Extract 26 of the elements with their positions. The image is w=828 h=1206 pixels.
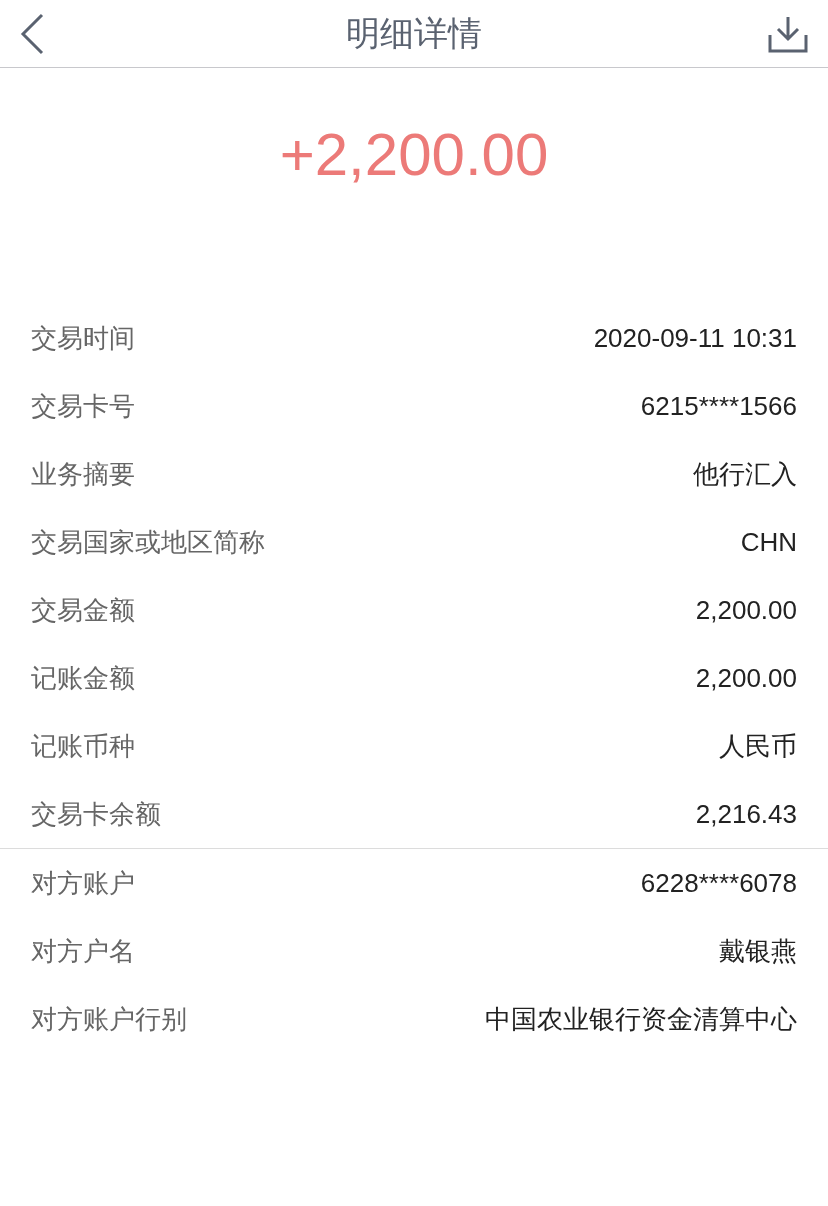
amount: +2,200.00 [279,120,549,190]
row-label: 对方户名 [31,934,135,968]
download-icon [768,14,808,53]
row-value: 他行汇入 [693,457,797,491]
row-label: 记账币种 [31,729,135,763]
row-value: 6215****1566 [640,389,797,423]
row-value: 戴银燕 [719,934,797,968]
row-label: 交易卡余额 [31,797,161,831]
back-icon [20,12,44,55]
row-label: 交易卡号 [31,389,135,423]
row-value: 2,200.00 [695,593,797,627]
row-label: 对方账户 [31,866,135,900]
row-value: 人民币 [719,729,797,763]
row-value: 2,216.43 [695,797,797,831]
row-label: 交易时间 [31,321,135,355]
row-value: 2,200.00 [695,661,797,695]
row-label: 交易金额 [31,593,135,627]
row-value: CHN [740,525,797,559]
row-label: 业务摘要 [31,457,135,491]
row-label: 交易国家或地区简称 [31,525,265,559]
row-value: 6228****6078 [640,866,797,900]
row-label: 对方账户行别 [31,1002,187,1036]
row-label: 记账金额 [31,661,135,695]
row-value: 中国农业银行资金清算中心 [485,1002,797,1036]
page-title: 明细详情 [346,13,482,54]
row-value: 2020-09-11 10:31 [593,321,797,355]
